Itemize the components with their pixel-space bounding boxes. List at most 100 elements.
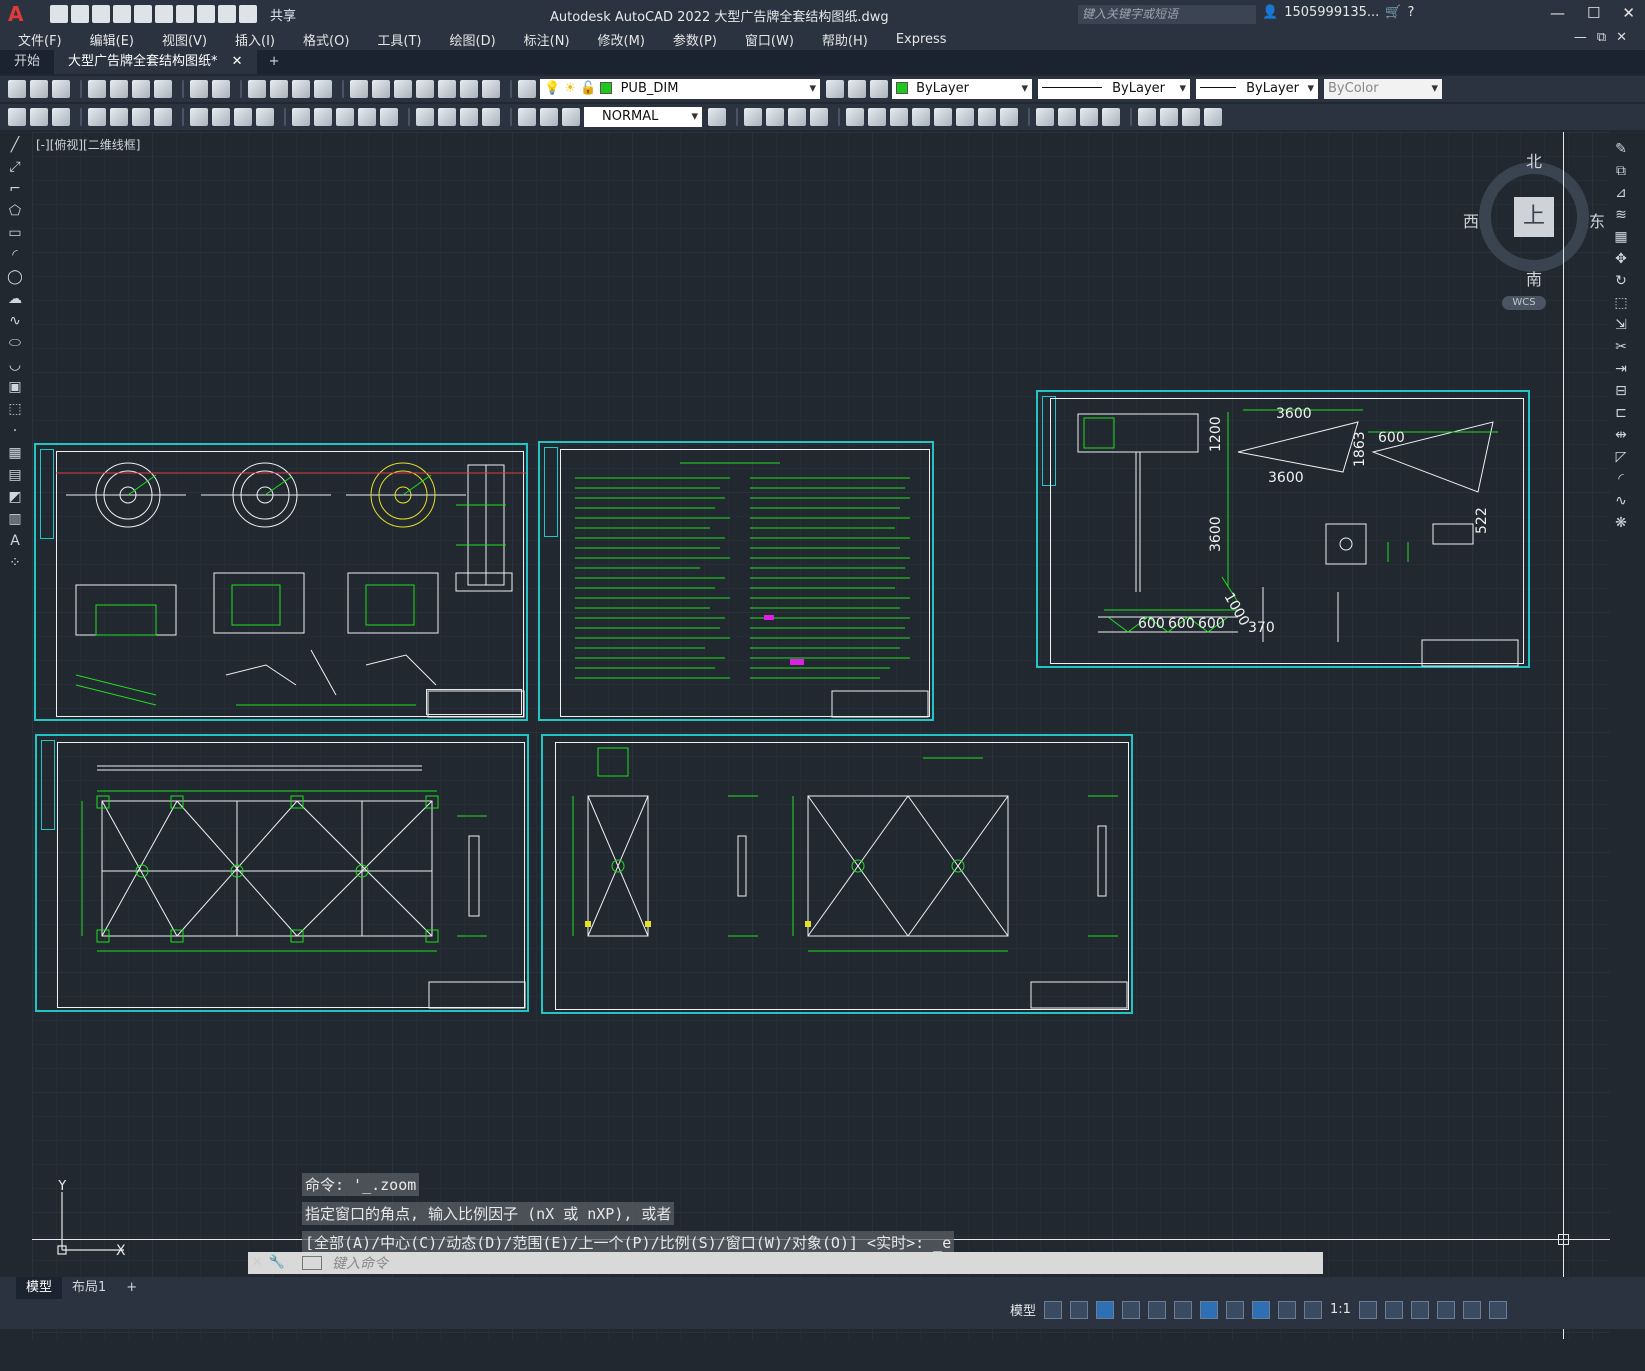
arc-icon[interactable]: ◜ — [6, 246, 24, 264]
object-snap-tracking-icon[interactable] — [1174, 1300, 1193, 1319]
radius-dim-icon[interactable] — [190, 108, 208, 126]
object-snap-icon[interactable] — [1200, 1300, 1219, 1319]
command-placeholder[interactable]: 键入命令 — [332, 1253, 388, 1273]
menu-format[interactable]: 格式(O) — [303, 30, 349, 49]
angular-dim-icon[interactable] — [256, 108, 274, 126]
save-icon[interactable] — [92, 5, 110, 23]
circle-icon[interactable]: ◯ — [6, 268, 24, 286]
ordinate-dim-icon[interactable] — [154, 108, 172, 126]
annotation-scale-value[interactable]: 1:1 — [1330, 1302, 1351, 1317]
table-icon[interactable]: ▥ — [6, 510, 24, 528]
design-center-icon[interactable] — [372, 80, 390, 98]
arc-length-icon[interactable] — [132, 108, 150, 126]
hatch-icon[interactable]: ▦ — [6, 444, 24, 462]
offset-tool-icon[interactable]: ≋ — [1612, 206, 1630, 224]
drawing-sheet-truss-front[interactable] — [35, 734, 529, 1012]
blend-curves-icon[interactable]: ∿ — [1612, 492, 1630, 510]
dim-space-icon[interactable] — [358, 108, 376, 126]
quick-dim-icon[interactable] — [292, 108, 310, 126]
layer-previous-icon[interactable] — [848, 80, 866, 98]
baseline-dim-icon[interactable] — [314, 108, 332, 126]
rotate-icon[interactable] — [868, 108, 886, 126]
help-icon[interactable] — [482, 80, 500, 98]
menu-dimension[interactable]: 标注(N) — [524, 30, 570, 49]
save-to-web-icon[interactable] — [155, 5, 173, 23]
explode-tool-icon[interactable]: ❋ — [1612, 514, 1630, 532]
chamfer-icon[interactable] — [1036, 108, 1054, 126]
polar-tracking-icon[interactable] — [1122, 1300, 1141, 1319]
autocad-logo-icon[interactable]: A — [8, 3, 30, 25]
drawing-canvas[interactable]: [-][俯视][二维线框] 3600 3600 3600 1200 1863 1… — [32, 132, 1610, 1339]
dim-update-icon[interactable] — [562, 108, 580, 126]
viewport-controls[interactable]: [-][俯视][二维线框] — [36, 136, 140, 153]
dim-style-dropdown[interactable]: NORMAL — [584, 107, 702, 127]
diameter-dim-icon[interactable] — [234, 108, 252, 126]
attach-xref-icon[interactable] — [1182, 108, 1200, 126]
copy-tool-icon[interactable]: ⧉ — [1612, 162, 1630, 180]
plot-icon[interactable] — [176, 5, 194, 23]
document-window-controls[interactable]: —⧉✕ — [1574, 30, 1637, 45]
layer-states-icon[interactable] — [870, 80, 888, 98]
close-button[interactable]: ✕ — [1622, 4, 1635, 22]
model-space-button[interactable]: 模型 — [1010, 1300, 1036, 1319]
break-at-point-icon[interactable]: ⊟ — [1612, 382, 1630, 400]
help-search-input[interactable]: 键入关键字或短语 — [1078, 5, 1256, 24]
revision-cloud-icon[interactable]: ☁ — [6, 290, 24, 308]
move-tool-icon[interactable]: ✥ — [1612, 250, 1630, 268]
spline-icon[interactable]: ∿ — [6, 312, 24, 330]
help-icon[interactable]: ? — [1407, 5, 1414, 20]
join-tool-icon[interactable]: ⇹ — [1612, 426, 1630, 444]
make-block-icon[interactable]: ⬚ — [6, 400, 24, 418]
tab-start[interactable]: 开始 — [0, 50, 54, 74]
isodraft-icon[interactable] — [1148, 1300, 1167, 1319]
stretch-icon[interactable] — [912, 108, 930, 126]
menu-tools[interactable]: 工具(T) — [377, 30, 421, 49]
customization-menu-icon[interactable] — [1488, 1300, 1507, 1319]
drawing-sheet-notes[interactable] — [538, 441, 934, 721]
construction-line-icon[interactable]: ⤢ — [6, 158, 24, 176]
array-icon[interactable] — [810, 108, 828, 126]
erase-icon[interactable] — [1102, 108, 1120, 126]
graphics-performance-icon[interactable] — [1436, 1300, 1455, 1319]
lineweight-dropdown[interactable]: ByLayer — [1196, 79, 1318, 99]
lineweight-toggle-icon[interactable] — [1226, 1300, 1245, 1319]
edit-block-icon[interactable] — [1204, 108, 1222, 126]
customize-command-line-icon[interactable]: 🔧 — [269, 1255, 285, 1270]
break-icon[interactable] — [978, 108, 996, 126]
workspace-gear-icon[interactable] — [1358, 1300, 1377, 1319]
linear-dim-icon[interactable] — [88, 108, 106, 126]
calculator-icon[interactable] — [460, 80, 478, 98]
tab-model[interactable]: 模型 — [16, 1277, 63, 1299]
insert-block-icon[interactable]: ▣ — [6, 378, 24, 396]
fillet-tool-icon[interactable]: ◜ — [1612, 470, 1630, 488]
fillet-icon[interactable] — [1058, 108, 1076, 126]
undo-icon[interactable] — [197, 5, 215, 23]
undo-icon[interactable] — [190, 80, 208, 98]
open-from-web-icon[interactable] — [134, 5, 152, 23]
mirror-icon[interactable] — [766, 108, 784, 126]
new-file-icon[interactable] — [50, 5, 68, 23]
layer-match-icon[interactable] — [8, 108, 26, 126]
ellipse-arc-icon[interactable]: ◡ — [6, 356, 24, 374]
menu-window[interactable]: 窗口(W) — [745, 30, 794, 49]
tab-drawing[interactable]: 大型广告牌全套结构图纸* ✕ — [54, 50, 257, 74]
preview-icon[interactable] — [110, 80, 128, 98]
clean-screen-icon[interactable] — [1462, 1300, 1481, 1319]
mirror-tool-icon[interactable]: ⊿ — [1612, 184, 1630, 202]
tab-layout1[interactable]: 布局1 — [62, 1277, 116, 1299]
gradient-icon[interactable]: ▤ — [6, 466, 24, 484]
linetype-dropdown[interactable]: ByLayer — [1038, 79, 1190, 99]
save-icon[interactable] — [52, 80, 70, 98]
redo-icon[interactable] — [212, 80, 230, 98]
menu-file[interactable]: 文件(F) — [18, 30, 62, 49]
jogged-dim-icon[interactable] — [212, 108, 230, 126]
extend-icon[interactable] — [956, 108, 974, 126]
add-layout-button[interactable]: + — [116, 1277, 147, 1299]
erase-tool-icon[interactable]: ✎ — [1612, 140, 1630, 158]
qnew-icon[interactable] — [8, 80, 26, 98]
customize-qat-icon[interactable] — [239, 5, 257, 23]
menu-parametric[interactable]: 参数(P) — [673, 30, 717, 49]
aligned-dim-icon[interactable] — [110, 108, 128, 126]
grid-toggle-icon[interactable] — [1044, 1300, 1063, 1319]
drawing-sheet-elevation[interactable]: 3600 3600 3600 1200 1863 1000 600 600 60… — [1036, 390, 1530, 668]
